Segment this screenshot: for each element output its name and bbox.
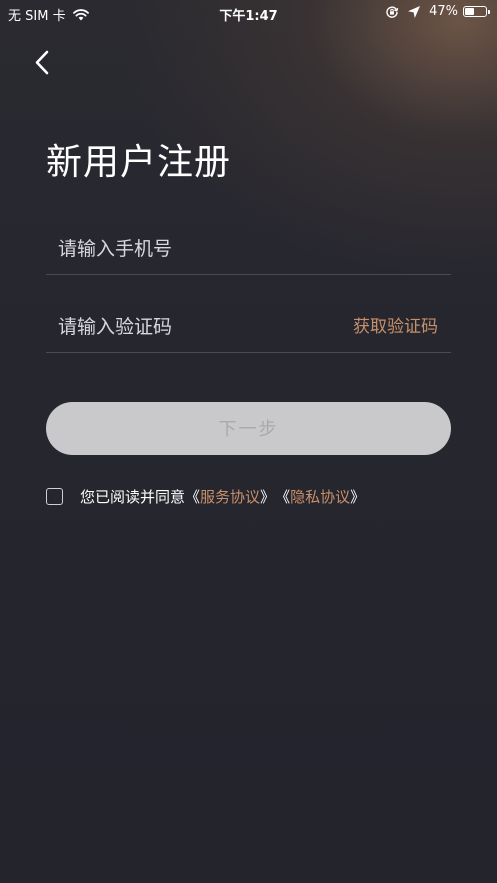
page-title: 新用户注册 bbox=[46, 142, 232, 183]
agreement-checkbox[interactable] bbox=[46, 487, 63, 505]
agreement-row: 您已阅读并同意 《 服务协议 》 《 隐私协议 》 bbox=[46, 486, 365, 506]
phone-input[interactable] bbox=[58, 224, 328, 274]
verification-code-input[interactable] bbox=[58, 302, 328, 352]
service-agreement-link[interactable]: 服务协议 bbox=[200, 486, 260, 507]
phone-field bbox=[46, 224, 451, 275]
privacy-agreement-link[interactable]: 隐私协议 bbox=[290, 486, 350, 507]
privacy-close-bracket: 》 bbox=[350, 487, 366, 506]
battery-level bbox=[465, 8, 474, 15]
agreement-prefix: 您已阅读并同意 bbox=[80, 487, 186, 506]
battery-icon bbox=[463, 6, 490, 17]
back-button[interactable] bbox=[28, 46, 58, 80]
get-code-button[interactable]: 获取验证码 bbox=[353, 302, 438, 352]
rotation-lock-icon bbox=[386, 5, 399, 18]
status-bar: 无 SIM 卡 下午1:47 47% bbox=[0, 0, 497, 26]
battery-percent: 47% bbox=[429, 4, 458, 19]
privacy-open-bracket: 《 bbox=[275, 487, 291, 506]
chevron-left-icon bbox=[35, 50, 49, 75]
next-button[interactable]: 下一步 bbox=[46, 402, 451, 455]
service-close-bracket: 》 bbox=[260, 487, 276, 506]
code-field: 获取验证码 bbox=[46, 302, 451, 353]
status-right: 47% bbox=[385, 4, 490, 19]
service-open-bracket: 《 bbox=[185, 487, 201, 506]
register-screen: 无 SIM 卡 下午1:47 47% 新用户注册 请输入手机号 请输入验证码 获… bbox=[0, 0, 497, 883]
location-arrow-icon bbox=[408, 5, 421, 18]
